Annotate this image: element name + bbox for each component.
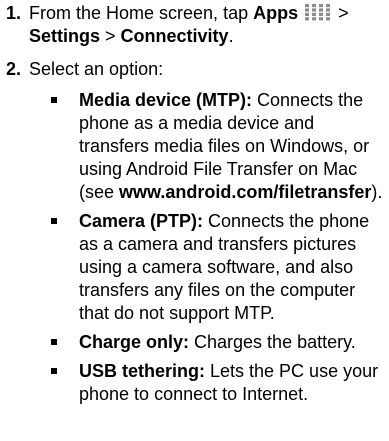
- connectivity-label: Connectivity: [120, 26, 229, 46]
- step-1-text: From the Home screen, tap Apps > Settings…: [29, 3, 349, 46]
- bullet-marker: [51, 97, 57, 103]
- step-1: 1. From the Home screen, tap Apps > Setti…: [0, 2, 389, 48]
- instruction-document: 1. From the Home screen, tap Apps > Setti…: [0, 0, 389, 412]
- option-media-device: Media device (MTP): Connects the phone a…: [51, 89, 389, 204]
- option-term: Media device (MTP):: [79, 90, 253, 110]
- option-list: Media device (MTP): Connects the phone a…: [0, 89, 389, 406]
- bullet-marker: [51, 339, 57, 345]
- step-2-text: Select an option:: [29, 59, 164, 79]
- step-2-number: 2.: [6, 59, 22, 79]
- separator-2: >: [100, 26, 121, 46]
- apps-grid-icon: [305, 4, 331, 21]
- option-desc: Charges the battery.: [189, 332, 356, 352]
- apps-label: Apps: [253, 3, 299, 23]
- option-term: USB tethering:: [79, 361, 205, 381]
- separator-1: >: [333, 3, 349, 23]
- bullet-marker: [51, 368, 57, 374]
- option-charge-only: Charge only: Charges the battery.: [51, 331, 389, 354]
- step-1-number: 1.: [6, 3, 22, 23]
- option-camera: Camera (PTP): Connects the phone as a ca…: [51, 210, 389, 325]
- step-2: 2. Select an option: Media device (MTP):…: [0, 58, 389, 406]
- option-desc-end: ).: [371, 182, 383, 202]
- step-1-end: .: [228, 26, 234, 46]
- step-1-lead: From the Home screen, tap: [29, 3, 254, 23]
- option-usb-tethering: USB tethering: Lets the PC use your phon…: [51, 360, 389, 406]
- option-term: Camera (PTP):: [79, 211, 204, 231]
- bullet-marker: [51, 218, 57, 224]
- settings-label: Settings: [29, 26, 101, 46]
- option-term: Charge only:: [79, 332, 190, 352]
- filetransfer-link[interactable]: www.android.com/filetransfer: [119, 182, 371, 202]
